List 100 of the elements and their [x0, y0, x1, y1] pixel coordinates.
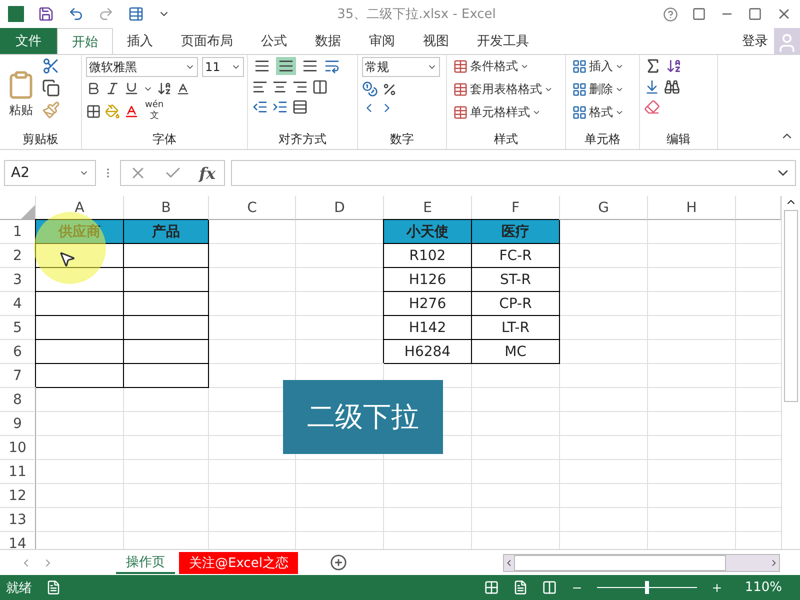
group-label: 样式 [493, 131, 519, 148]
grid-icon [572, 105, 587, 120]
caret-icon [615, 85, 624, 94]
help-icon[interactable] [663, 6, 678, 22]
align-right-icon[interactable] [292, 79, 308, 95]
callout-banner: 二级下拉 [283, 380, 443, 454]
table-cell: H6284 [384, 340, 472, 364]
maximize-icon[interactable] [748, 7, 762, 21]
page-layout-icon[interactable] [512, 580, 528, 595]
horizontal-scrollbar[interactable] [503, 554, 780, 572]
mouse-pointer-icon[interactable] [58, 250, 76, 268]
borders-icon[interactable] [86, 104, 101, 118]
table-icon [453, 82, 468, 97]
fill-icon[interactable] [644, 79, 660, 95]
row-header[interactable]: 12 [0, 484, 36, 508]
save-icon[interactable] [38, 6, 54, 22]
zoom-in-icon[interactable] [710, 582, 723, 594]
row-header[interactable]: 10 [0, 436, 36, 460]
grid-icon [572, 82, 587, 97]
sign-in-link[interactable]: 登录 [742, 32, 774, 50]
table-cell: MC [472, 340, 560, 364]
lines-icon [278, 58, 294, 74]
find-icon[interactable] [664, 79, 680, 95]
row-header[interactable]: 8 [0, 388, 36, 412]
increase-indent-icon[interactable] [272, 99, 288, 115]
zoom-level[interactable]: 110% [744, 580, 782, 595]
file-menu[interactable]: 文件 [0, 28, 57, 54]
zoom-slider-thumb[interactable] [644, 581, 649, 594]
paste-button[interactable]: 粘贴 [4, 68, 38, 120]
scrollbar-thumb[interactable] [784, 210, 798, 402]
align-center-icon[interactable] [272, 79, 288, 95]
table-cell: H276 [384, 292, 472, 316]
currency-icon[interactable] [362, 81, 378, 97]
font-color-icon[interactable] [124, 104, 139, 118]
caret-icon [520, 62, 529, 71]
decrease-indent-icon[interactable] [252, 99, 268, 115]
fill-color-icon[interactable] [105, 104, 120, 118]
copy-icon[interactable] [42, 79, 60, 97]
styles-menu-button[interactable]: 单元格样式 [451, 103, 555, 122]
group-label: 数字 [389, 131, 415, 148]
ribbon-tab[interactable]: 开始 [57, 28, 113, 55]
cells-menu-button[interactable]: 格式 [570, 103, 626, 122]
cells-menu-button[interactable]: 插入 [570, 57, 626, 76]
table-cell: R102 [384, 244, 472, 268]
lines-icon [302, 58, 318, 74]
font-name-field[interactable]: 微软雅黑 [86, 57, 198, 77]
cut-icon[interactable] [42, 57, 60, 75]
table-cell: CP-R [472, 292, 560, 316]
header-cell: 产品 [124, 220, 209, 244]
normal-view-icon[interactable] [484, 580, 499, 595]
row-header[interactable]: 14 [0, 532, 36, 549]
group-label: 对齐方式 [278, 131, 328, 148]
column-header[interactable]: C [209, 196, 296, 220]
column-header[interactable]: A [36, 196, 124, 220]
caret-icon [532, 108, 541, 117]
row-header[interactable]: 13 [0, 508, 36, 532]
align-left-icon[interactable] [252, 79, 268, 95]
percent-icon[interactable] [382, 82, 397, 96]
row-header[interactable]: 9 [0, 412, 36, 436]
macro-record-icon[interactable] [46, 580, 61, 595]
column-header[interactable]: B [124, 196, 209, 220]
font-size-field[interactable]: 11 [202, 57, 244, 77]
styles-menu-button[interactable]: 条件格式 [451, 57, 555, 76]
table-cell: H142 [384, 316, 472, 340]
table-icon [453, 59, 468, 74]
sort-icon[interactable] [666, 58, 682, 74]
underline-icon[interactable] [124, 81, 139, 96]
wrap-text-icon[interactable] [324, 58, 340, 74]
sheet-tab[interactable]: 关注@Excel之恋 [179, 552, 298, 574]
table-cell: H126 [384, 268, 472, 292]
vertical-scrollbar[interactable] [781, 196, 800, 549]
scrollbar-thumb[interactable] [514, 554, 726, 570]
ribbon-display-icon[interactable] [692, 7, 706, 21]
table-icon [453, 105, 468, 120]
column-header[interactable]: D [296, 196, 384, 220]
column-header[interactable]: E [384, 196, 472, 220]
column-header[interactable]: G [560, 196, 648, 220]
number-format-field[interactable]: 常规 [362, 57, 440, 77]
merge-icon[interactable] [312, 79, 328, 95]
table-cell: LT-R [472, 316, 560, 340]
new-sheet-icon[interactable] [330, 554, 348, 571]
row-header[interactable]: 11 [0, 460, 36, 484]
insert-function-button[interactable]: fx [199, 164, 216, 182]
column-header[interactable]: H [648, 196, 736, 220]
bold-icon[interactable] [86, 81, 101, 96]
name-box[interactable]: A2 [4, 160, 96, 186]
column-header[interactable]: F [472, 196, 560, 220]
italic-icon[interactable] [105, 81, 120, 96]
page-break-icon[interactable] [542, 580, 557, 595]
styles-menu-button[interactable]: 套用表格格式 [451, 80, 555, 99]
table-cell: ST-R [472, 268, 560, 292]
group-label: 字体 [152, 131, 178, 148]
phonetic-button[interactable]: wén 文 [143, 100, 166, 122]
caret-icon [615, 108, 624, 117]
cells-menu-button[interactable]: 删除 [570, 80, 626, 99]
undo-icon[interactable] [68, 6, 84, 22]
vertical-align-button[interactable] [276, 57, 296, 75]
caret-icon [544, 85, 553, 94]
formula-field[interactable] [231, 160, 796, 186]
group-label: 单元格 [584, 131, 622, 148]
